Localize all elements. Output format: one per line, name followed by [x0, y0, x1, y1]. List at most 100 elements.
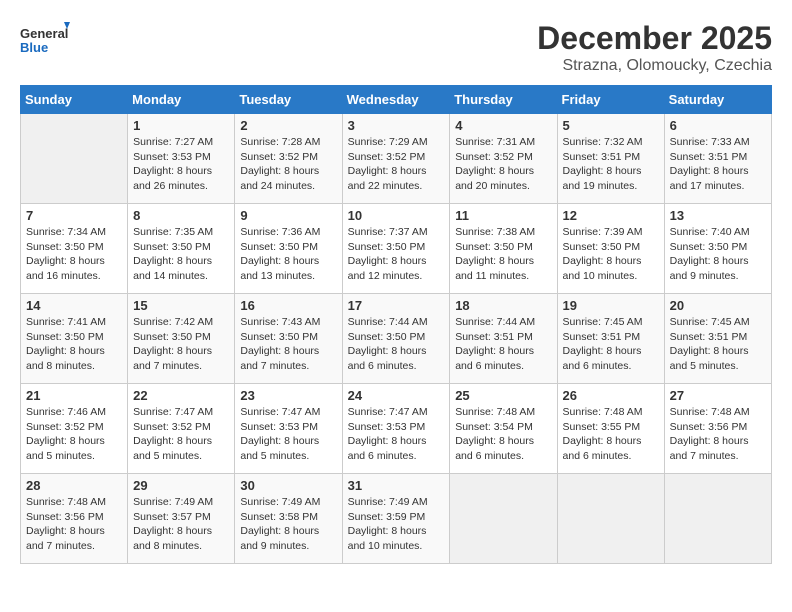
calendar-cell: 19 Sunrise: 7:45 AM Sunset: 3:51 PM Dayl…: [557, 294, 664, 384]
day-number: 7: [26, 208, 122, 223]
day-number: 23: [240, 388, 336, 403]
calendar-cell: 13 Sunrise: 7:40 AM Sunset: 3:50 PM Dayl…: [664, 204, 771, 294]
day-number: 11: [455, 208, 551, 223]
weekday-header-thursday: Thursday: [450, 86, 557, 114]
calendar-cell: 11 Sunrise: 7:38 AM Sunset: 3:50 PM Dayl…: [450, 204, 557, 294]
day-info: Sunrise: 7:41 AM Sunset: 3:50 PM Dayligh…: [26, 315, 122, 374]
weekday-header-friday: Friday: [557, 86, 664, 114]
day-info: Sunrise: 7:48 AM Sunset: 3:54 PM Dayligh…: [455, 405, 551, 464]
calendar-cell: 4 Sunrise: 7:31 AM Sunset: 3:52 PM Dayli…: [450, 114, 557, 204]
day-info: Sunrise: 7:48 AM Sunset: 3:55 PM Dayligh…: [563, 405, 659, 464]
calendar-cell: 30 Sunrise: 7:49 AM Sunset: 3:58 PM Dayl…: [235, 474, 342, 564]
svg-text:Blue: Blue: [20, 40, 48, 55]
day-number: 22: [133, 388, 229, 403]
calendar-cell: 10 Sunrise: 7:37 AM Sunset: 3:50 PM Dayl…: [342, 204, 450, 294]
day-number: 20: [670, 298, 766, 313]
calendar-cell: 1 Sunrise: 7:27 AM Sunset: 3:53 PM Dayli…: [128, 114, 235, 204]
day-number: 29: [133, 478, 229, 493]
day-info: Sunrise: 7:29 AM Sunset: 3:52 PM Dayligh…: [348, 135, 445, 194]
location-subtitle: Strazna, Olomoucky, Czechia: [537, 57, 772, 75]
day-info: Sunrise: 7:48 AM Sunset: 3:56 PM Dayligh…: [670, 405, 766, 464]
day-info: Sunrise: 7:40 AM Sunset: 3:50 PM Dayligh…: [670, 225, 766, 284]
logo-svg: General Blue: [20, 20, 70, 64]
calendar-cell: 8 Sunrise: 7:35 AM Sunset: 3:50 PM Dayli…: [128, 204, 235, 294]
calendar-cell: 27 Sunrise: 7:48 AM Sunset: 3:56 PM Dayl…: [664, 384, 771, 474]
calendar-cell: 3 Sunrise: 7:29 AM Sunset: 3:52 PM Dayli…: [342, 114, 450, 204]
day-info: Sunrise: 7:42 AM Sunset: 3:50 PM Dayligh…: [133, 315, 229, 374]
day-info: Sunrise: 7:47 AM Sunset: 3:52 PM Dayligh…: [133, 405, 229, 464]
calendar-cell: 31 Sunrise: 7:49 AM Sunset: 3:59 PM Dayl…: [342, 474, 450, 564]
day-info: Sunrise: 7:43 AM Sunset: 3:50 PM Dayligh…: [240, 315, 336, 374]
calendar-cell: 15 Sunrise: 7:42 AM Sunset: 3:50 PM Dayl…: [128, 294, 235, 384]
day-info: Sunrise: 7:49 AM Sunset: 3:58 PM Dayligh…: [240, 495, 336, 554]
weekday-header-sunday: Sunday: [21, 86, 128, 114]
calendar-cell: 17 Sunrise: 7:44 AM Sunset: 3:50 PM Dayl…: [342, 294, 450, 384]
day-number: 8: [133, 208, 229, 223]
day-info: Sunrise: 7:27 AM Sunset: 3:53 PM Dayligh…: [133, 135, 229, 194]
calendar-cell: 25 Sunrise: 7:48 AM Sunset: 3:54 PM Dayl…: [450, 384, 557, 474]
day-number: 1: [133, 118, 229, 133]
day-info: Sunrise: 7:36 AM Sunset: 3:50 PM Dayligh…: [240, 225, 336, 284]
svg-text:General: General: [20, 26, 68, 41]
day-info: Sunrise: 7:47 AM Sunset: 3:53 PM Dayligh…: [348, 405, 445, 464]
day-number: 26: [563, 388, 659, 403]
calendar-cell: 7 Sunrise: 7:34 AM Sunset: 3:50 PM Dayli…: [21, 204, 128, 294]
day-info: Sunrise: 7:49 AM Sunset: 3:59 PM Dayligh…: [348, 495, 445, 554]
calendar-cell: 29 Sunrise: 7:49 AM Sunset: 3:57 PM Dayl…: [128, 474, 235, 564]
calendar-cell: 2 Sunrise: 7:28 AM Sunset: 3:52 PM Dayli…: [235, 114, 342, 204]
calendar-cell: 20 Sunrise: 7:45 AM Sunset: 3:51 PM Dayl…: [664, 294, 771, 384]
day-number: 28: [26, 478, 122, 493]
weekday-header-wednesday: Wednesday: [342, 86, 450, 114]
calendar-cell: 18 Sunrise: 7:44 AM Sunset: 3:51 PM Dayl…: [450, 294, 557, 384]
weekday-header-monday: Monday: [128, 86, 235, 114]
day-number: 17: [348, 298, 445, 313]
title-block: December 2025 Strazna, Olomoucky, Czechi…: [537, 20, 772, 75]
day-number: 9: [240, 208, 336, 223]
calendar-cell: [557, 474, 664, 564]
day-info: Sunrise: 7:49 AM Sunset: 3:57 PM Dayligh…: [133, 495, 229, 554]
day-number: 25: [455, 388, 551, 403]
calendar-cell: 9 Sunrise: 7:36 AM Sunset: 3:50 PM Dayli…: [235, 204, 342, 294]
day-info: Sunrise: 7:48 AM Sunset: 3:56 PM Dayligh…: [26, 495, 122, 554]
day-info: Sunrise: 7:45 AM Sunset: 3:51 PM Dayligh…: [563, 315, 659, 374]
day-info: Sunrise: 7:34 AM Sunset: 3:50 PM Dayligh…: [26, 225, 122, 284]
day-number: 5: [563, 118, 659, 133]
day-info: Sunrise: 7:44 AM Sunset: 3:51 PM Dayligh…: [455, 315, 551, 374]
calendar-cell: 23 Sunrise: 7:47 AM Sunset: 3:53 PM Dayl…: [235, 384, 342, 474]
day-number: 12: [563, 208, 659, 223]
calendar-cell: 14 Sunrise: 7:41 AM Sunset: 3:50 PM Dayl…: [21, 294, 128, 384]
calendar-cell: 16 Sunrise: 7:43 AM Sunset: 3:50 PM Dayl…: [235, 294, 342, 384]
day-number: 27: [670, 388, 766, 403]
day-info: Sunrise: 7:31 AM Sunset: 3:52 PM Dayligh…: [455, 135, 551, 194]
calendar-cell: [664, 474, 771, 564]
month-title: December 2025: [537, 20, 772, 57]
day-number: 13: [670, 208, 766, 223]
day-number: 15: [133, 298, 229, 313]
calendar-cell: 12 Sunrise: 7:39 AM Sunset: 3:50 PM Dayl…: [557, 204, 664, 294]
weekday-header-saturday: Saturday: [664, 86, 771, 114]
calendar-cell: 5 Sunrise: 7:32 AM Sunset: 3:51 PM Dayli…: [557, 114, 664, 204]
day-info: Sunrise: 7:47 AM Sunset: 3:53 PM Dayligh…: [240, 405, 336, 464]
day-number: 30: [240, 478, 336, 493]
day-info: Sunrise: 7:44 AM Sunset: 3:50 PM Dayligh…: [348, 315, 445, 374]
calendar-cell: [450, 474, 557, 564]
calendar-cell: 24 Sunrise: 7:47 AM Sunset: 3:53 PM Dayl…: [342, 384, 450, 474]
day-number: 2: [240, 118, 336, 133]
day-info: Sunrise: 7:46 AM Sunset: 3:52 PM Dayligh…: [26, 405, 122, 464]
day-number: 4: [455, 118, 551, 133]
day-number: 6: [670, 118, 766, 133]
logo: General Blue: [20, 20, 70, 64]
calendar: SundayMondayTuesdayWednesdayThursdayFrid…: [20, 85, 772, 564]
day-number: 19: [563, 298, 659, 313]
day-info: Sunrise: 7:45 AM Sunset: 3:51 PM Dayligh…: [670, 315, 766, 374]
weekday-header-tuesday: Tuesday: [235, 86, 342, 114]
calendar-cell: 6 Sunrise: 7:33 AM Sunset: 3:51 PM Dayli…: [664, 114, 771, 204]
calendar-cell: [21, 114, 128, 204]
day-info: Sunrise: 7:35 AM Sunset: 3:50 PM Dayligh…: [133, 225, 229, 284]
day-info: Sunrise: 7:39 AM Sunset: 3:50 PM Dayligh…: [563, 225, 659, 284]
day-info: Sunrise: 7:33 AM Sunset: 3:51 PM Dayligh…: [670, 135, 766, 194]
day-number: 31: [348, 478, 445, 493]
day-number: 10: [348, 208, 445, 223]
calendar-cell: 22 Sunrise: 7:47 AM Sunset: 3:52 PM Dayl…: [128, 384, 235, 474]
calendar-cell: 26 Sunrise: 7:48 AM Sunset: 3:55 PM Dayl…: [557, 384, 664, 474]
